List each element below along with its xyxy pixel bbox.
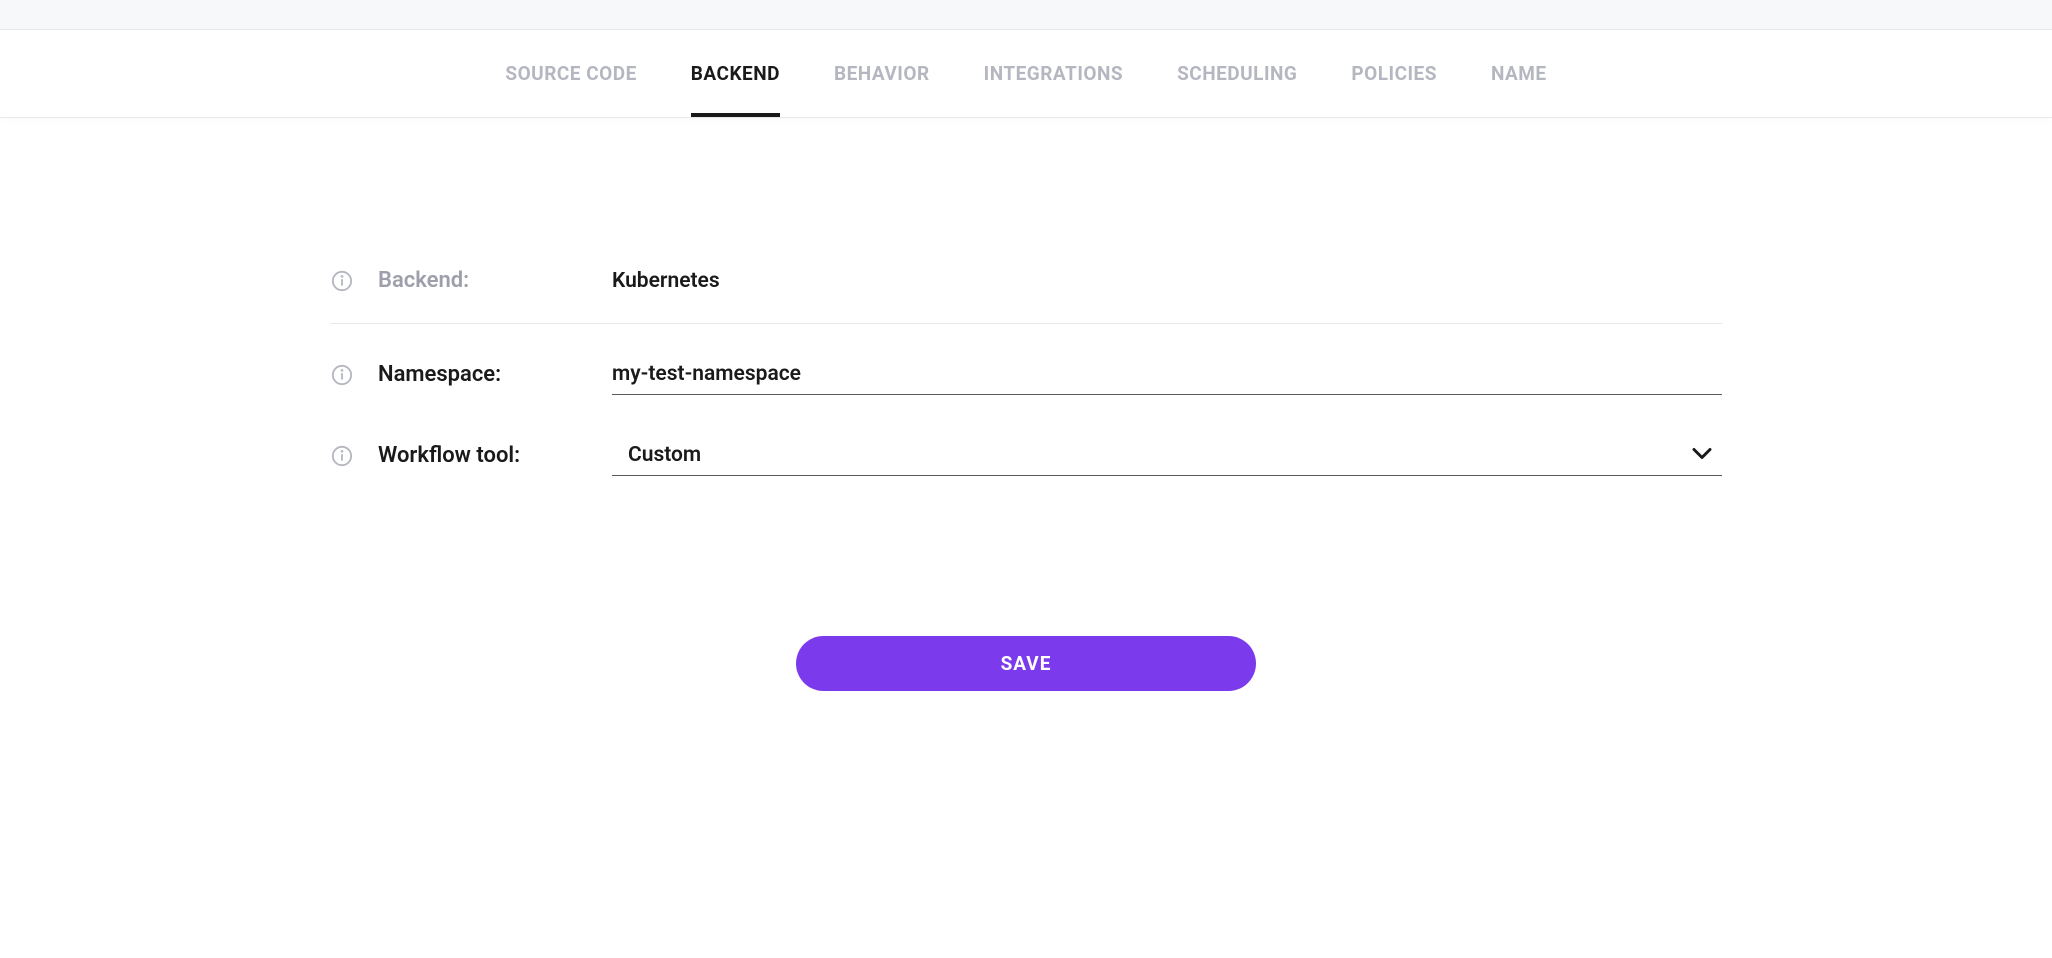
namespace-row: Namespace: [330, 334, 1722, 415]
workflow-tool-label: Workflow tool: [378, 443, 588, 468]
namespace-label: Namespace: [378, 362, 588, 387]
form-content: Backend: Kubernetes Namespace: Workflow … [272, 118, 1780, 731]
tabs-container: SOURCE CODE BACKEND BEHAVIOR INTEGRATION… [0, 30, 2052, 118]
tabs: SOURCE CODE BACKEND BEHAVIOR INTEGRATION… [485, 30, 1566, 117]
info-icon[interactable] [330, 363, 354, 387]
workflow-tool-select[interactable]: Custom [612, 435, 1722, 476]
save-button[interactable]: SAVE [796, 636, 1256, 691]
tab-policies[interactable]: POLICIES [1351, 30, 1437, 117]
workflow-tool-value: Custom [628, 443, 701, 467]
tab-backend[interactable]: BACKEND [691, 30, 780, 117]
chevron-down-icon [1692, 446, 1712, 465]
tab-source-code[interactable]: SOURCE CODE [505, 30, 636, 117]
namespace-input-wrapper [612, 354, 1722, 395]
tab-scheduling[interactable]: SCHEDULING [1177, 30, 1297, 117]
button-container: SAVE [330, 636, 1722, 691]
top-bar [0, 0, 2052, 30]
info-icon[interactable] [330, 269, 354, 293]
backend-row: Backend: Kubernetes [330, 248, 1722, 324]
info-icon[interactable] [330, 444, 354, 468]
namespace-input[interactable] [612, 354, 1722, 395]
backend-label: Backend: [378, 268, 588, 293]
backend-value: Kubernetes [612, 269, 720, 293]
tab-name[interactable]: NAME [1491, 30, 1547, 117]
tab-behavior[interactable]: BEHAVIOR [834, 30, 930, 117]
workflow-tool-row: Workflow tool: Custom [330, 415, 1722, 496]
tab-integrations[interactable]: INTEGRATIONS [984, 30, 1123, 117]
